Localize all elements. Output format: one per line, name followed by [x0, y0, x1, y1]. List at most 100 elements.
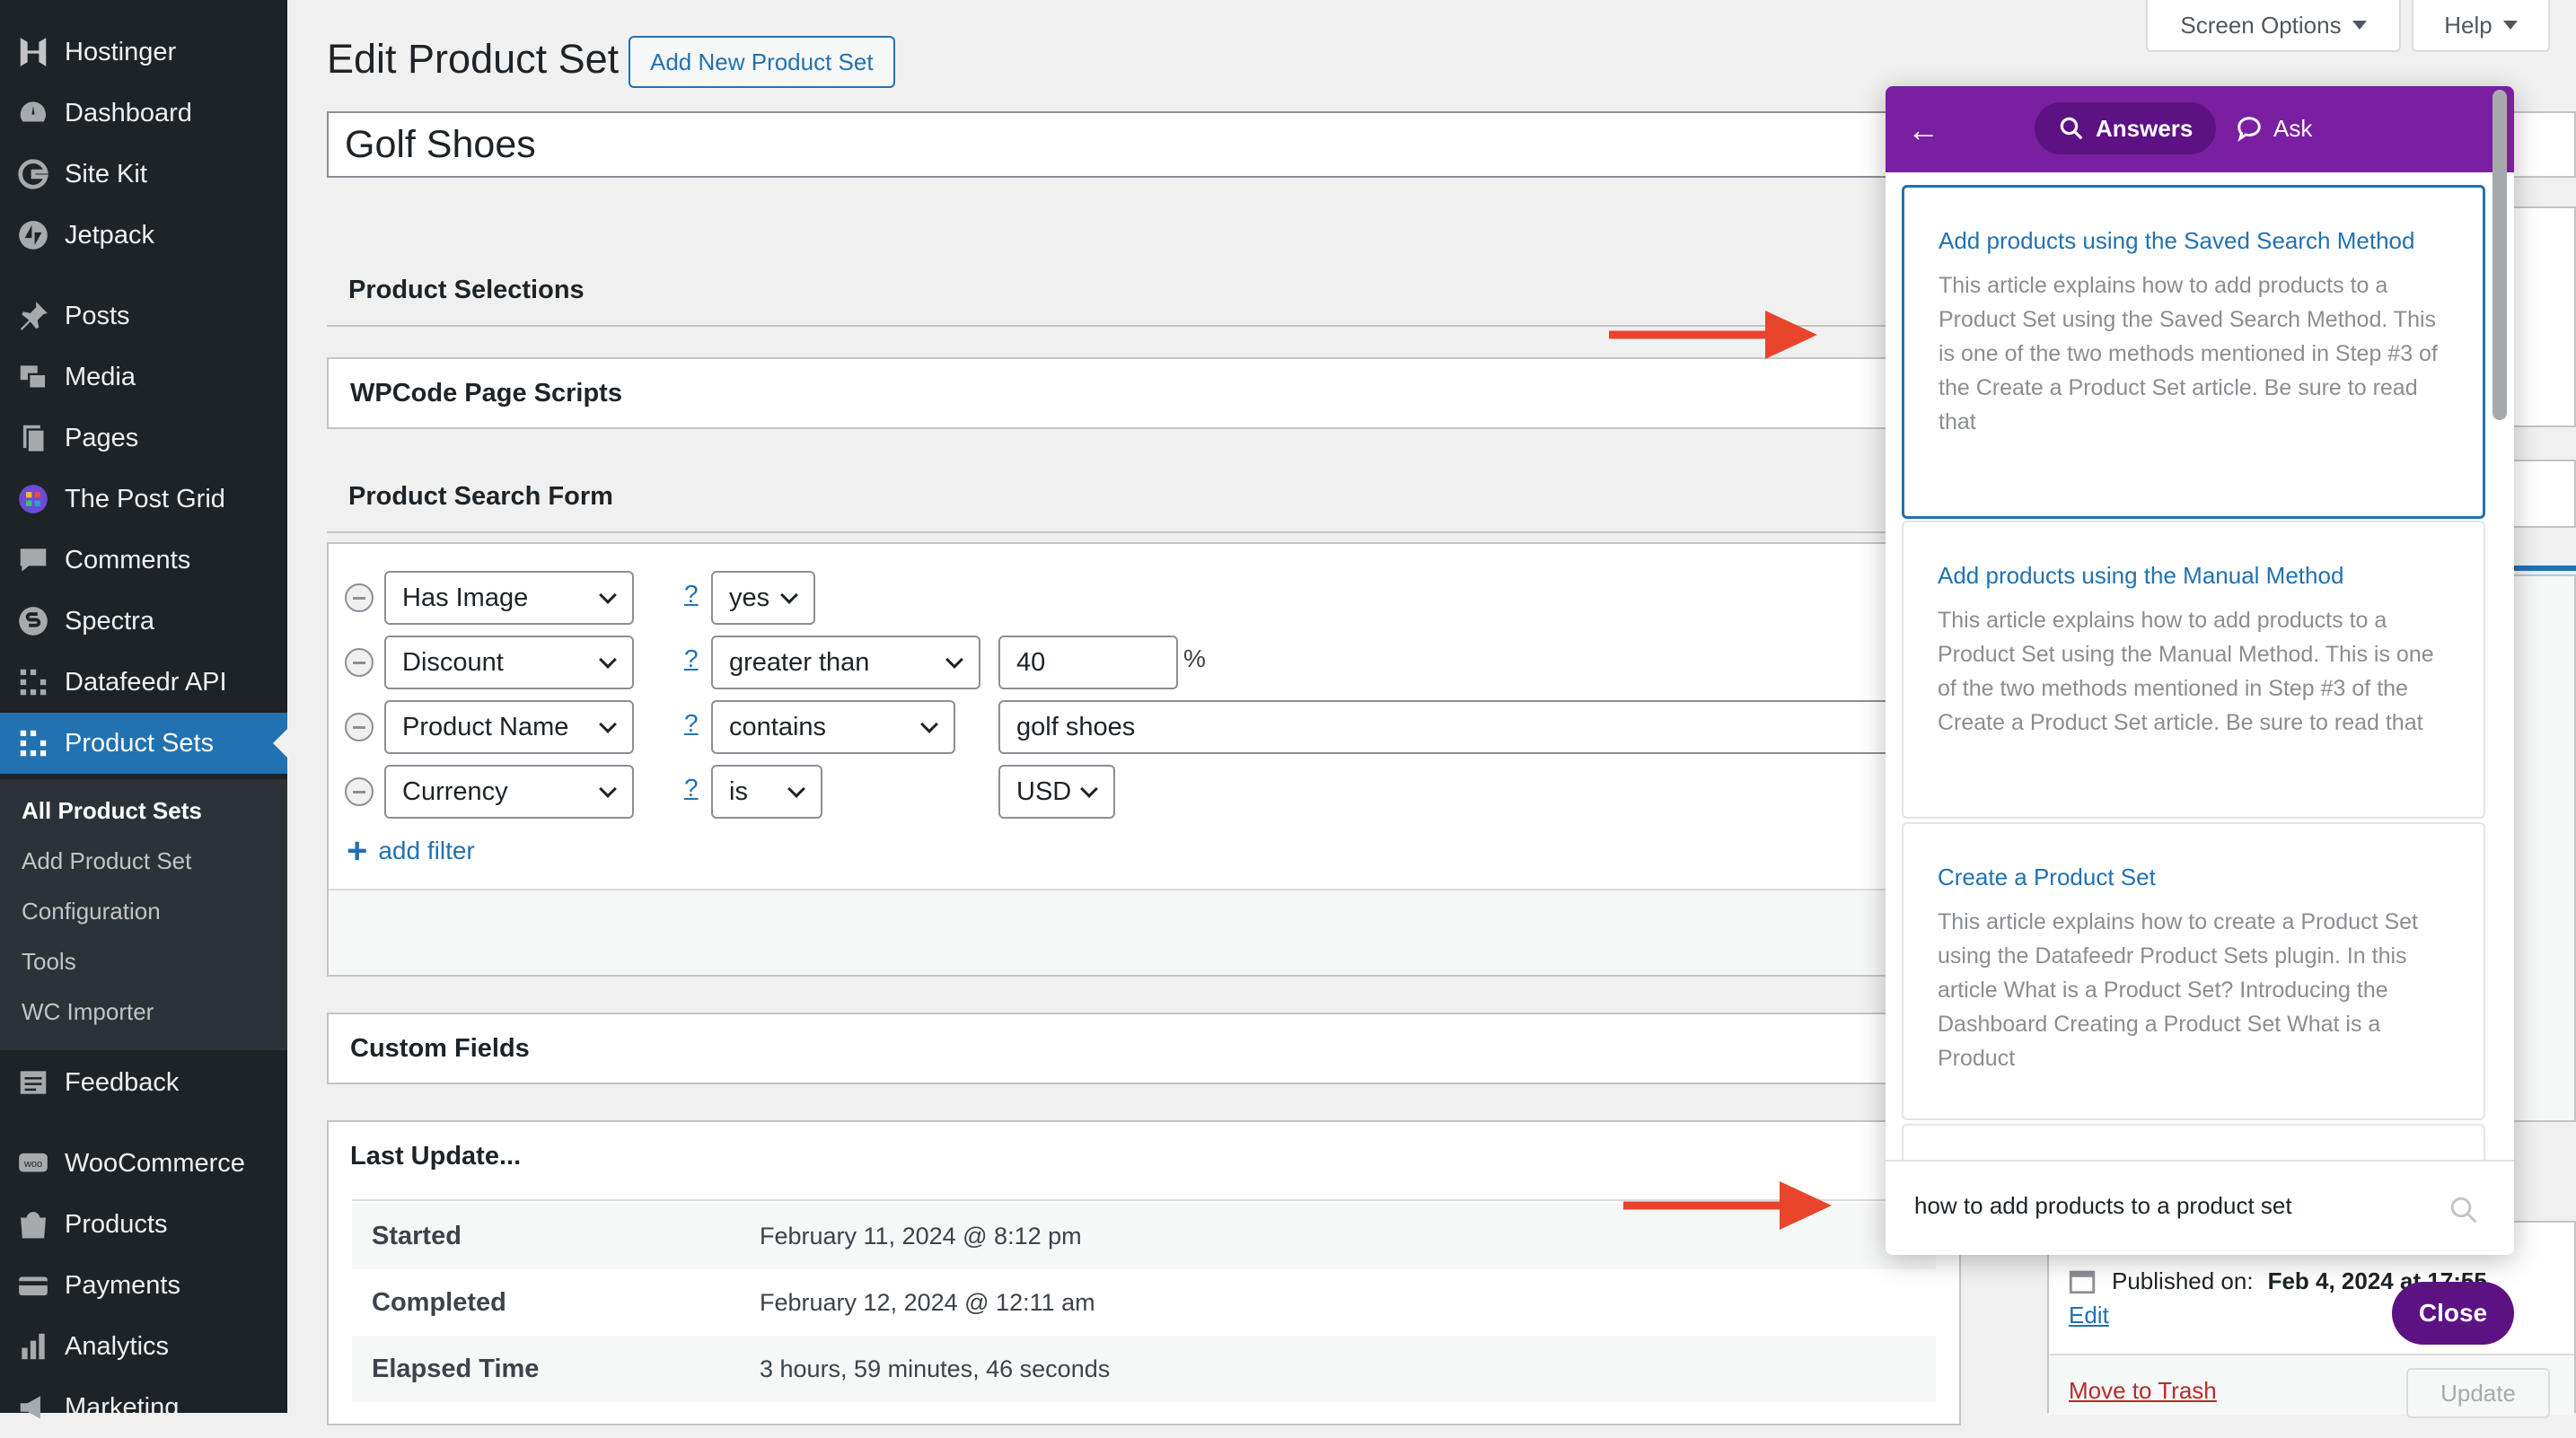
- last-update-row: Completed February 12, 2024 @ 12:11 am: [352, 1269, 1936, 1336]
- annotation-arrow-icon: [1609, 311, 1817, 359]
- chevron-down-icon: [599, 715, 617, 733]
- tab-label: Answers: [2096, 114, 2194, 142]
- filter-value-select[interactable]: USD: [998, 765, 1115, 819]
- help-beacon-panel: ← Answers Ask Add products using the Sav…: [1886, 86, 2514, 1255]
- article-card[interactable]: Create a Product Set This article explai…: [1902, 822, 2485, 1120]
- article-description: This article explains how to add product…: [1938, 608, 2434, 735]
- remove-filter-icon[interactable]: [345, 777, 374, 806]
- bag-icon: [14, 1206, 52, 1243]
- article-card[interactable]: Add products using the Saved Search Meth…: [1902, 185, 2485, 519]
- remove-filter-icon[interactable]: [345, 648, 374, 677]
- remove-filter-icon[interactable]: [345, 583, 374, 612]
- submenu-tools[interactable]: Tools: [22, 948, 76, 976]
- product-set-title-input[interactable]: Golf Shoes: [327, 111, 1961, 178]
- sidebar-item-product-sets[interactable]: Product Sets: [0, 713, 287, 774]
- filter-field-select[interactable]: Discount: [384, 636, 634, 689]
- row-value: February 12, 2024 @ 12:11 am: [760, 1288, 1095, 1316]
- sidebar-item-post-grid[interactable]: The Post Grid: [0, 469, 287, 530]
- filter-field-select[interactable]: Currency: [384, 765, 634, 819]
- analytics-icon: [14, 1328, 52, 1365]
- search-form-footer: [329, 889, 1959, 975]
- row-value: 3 hours, 59 minutes, 46 seconds: [760, 1355, 1111, 1382]
- sidebar-item-site-kit[interactable]: Site Kit: [0, 144, 287, 205]
- product-sets-submenu: All Product Sets Add Product Set Configu…: [0, 779, 287, 1050]
- wpcode-page-scripts-header[interactable]: WPCode Page Scripts: [327, 357, 1961, 429]
- sidebar-item-payments[interactable]: Payments: [0, 1255, 287, 1316]
- sidebar-box-edge: [2505, 574, 2576, 1122]
- close-beacon-button[interactable]: Close: [2392, 1282, 2514, 1345]
- search-query: how to add products to a product set: [1914, 1192, 2292, 1219]
- chevron-down-icon: [599, 780, 617, 798]
- submenu-all-product-sets[interactable]: All Product Sets: [22, 797, 202, 825]
- beacon-scrollbar[interactable]: [2492, 90, 2507, 420]
- caret-down-icon: [2502, 21, 2518, 30]
- chevron-down-icon: [920, 715, 938, 733]
- sidebar-item-label: Media: [65, 362, 136, 391]
- search-icon[interactable]: [2448, 1194, 2480, 1226]
- tab-ask[interactable]: Ask: [2236, 102, 2312, 154]
- published-label: Published on:: [2112, 1267, 2254, 1294]
- sidebar-item-products[interactable]: Products: [0, 1194, 287, 1255]
- submenu-configuration[interactable]: Configuration: [22, 898, 161, 925]
- move-to-trash-link[interactable]: Move to Trash: [2069, 1377, 2217, 1405]
- caret-down-icon: [2352, 21, 2367, 30]
- filter-help-link[interactable]: ?: [684, 644, 699, 673]
- tab-answers[interactable]: Answers: [2035, 102, 2217, 154]
- chevron-down-icon: [787, 780, 805, 798]
- beacon-search-input[interactable]: how to add products to a product set: [1886, 1160, 2514, 1255]
- filter-operator-select[interactable]: yes: [711, 571, 815, 625]
- filter-row: Discount ? greater than 40 %: [329, 636, 1963, 689]
- sidebar-item-marketing[interactable]: Marketing: [0, 1377, 287, 1438]
- sidebar-item-woocommerce[interactable]: woo WooCommerce: [0, 1133, 287, 1194]
- remove-filter-icon[interactable]: [345, 713, 374, 741]
- sidebar-item-posts[interactable]: Posts: [0, 285, 287, 346]
- percent-suffix: %: [1183, 644, 1206, 672]
- pin-icon: [14, 297, 52, 335]
- box-title: Custom Fields: [350, 1033, 530, 1063]
- sidebar-item-label: Hostinger: [65, 37, 177, 66]
- update-button[interactable]: Update: [2406, 1368, 2550, 1418]
- sidebar-item-dashboard[interactable]: Dashboard: [0, 83, 287, 144]
- annotation-arrow-icon: [1623, 1181, 1832, 1230]
- filter-help-link[interactable]: ?: [684, 774, 699, 802]
- sidebar-item-comments[interactable]: Comments: [0, 530, 287, 591]
- sidebar-item-analytics[interactable]: Analytics: [0, 1316, 287, 1377]
- filter-value-input[interactable]: golf shoes: [998, 700, 1986, 754]
- filter-operator-select[interactable]: contains: [711, 700, 955, 754]
- sidebar-item-feedback[interactable]: Feedback: [0, 1052, 287, 1113]
- screen-options-button[interactable]: Screen Options: [2146, 0, 2401, 52]
- sidebar-item-jetpack[interactable]: Jetpack: [0, 205, 287, 266]
- add-new-product-set-button[interactable]: Add New Product Set: [629, 36, 895, 88]
- filter-operator-select[interactable]: greater than: [711, 636, 980, 689]
- custom-fields-header[interactable]: Custom Fields: [327, 1013, 1961, 1084]
- add-filter-link[interactable]: + add filter: [347, 833, 475, 869]
- filter-help-link[interactable]: ?: [684, 709, 699, 738]
- chevron-down-icon: [599, 651, 617, 669]
- chevron-down-icon: [945, 651, 963, 669]
- sidebar-item-hostinger[interactable]: Hostinger: [0, 22, 287, 83]
- submenu-add-product-set[interactable]: Add Product Set: [22, 847, 191, 875]
- filter-field-select[interactable]: Has Image: [384, 571, 634, 625]
- sidebar-item-label: Datafeedr API: [65, 667, 227, 697]
- sidebar-item-spectra[interactable]: Spectra: [0, 591, 287, 652]
- select-value: Product Name: [402, 712, 569, 741]
- article-title: Add products using the Manual Method: [1938, 562, 2344, 589]
- sidebar-box-edge: [2505, 206, 2576, 427]
- submenu-wc-importer[interactable]: WC Importer: [22, 998, 154, 1026]
- product-search-form: Has Image ? yes Discount ? greater than …: [327, 542, 1986, 977]
- admin-sidebar: Hostinger Dashboard Site Kit Jetpack Pos…: [0, 0, 287, 1422]
- filter-field-select[interactable]: Product Name: [384, 700, 634, 754]
- sidebar-item-pages[interactable]: Pages: [0, 408, 287, 469]
- product-search-form-header[interactable]: Product Search Form: [327, 461, 1961, 533]
- back-arrow-icon[interactable]: ←: [1907, 111, 1939, 149]
- sidebar-item-media[interactable]: Media: [0, 346, 287, 408]
- sidebar-item-datafeedr-api[interactable]: Datafeedr API: [0, 652, 287, 713]
- edit-date-link[interactable]: Edit: [2069, 1302, 2109, 1329]
- filter-value-input[interactable]: 40: [998, 636, 1178, 689]
- filter-operator-select[interactable]: is: [711, 765, 822, 819]
- filter-row: Product Name ? contains golf shoes: [329, 700, 1986, 754]
- article-card[interactable]: Add products using the Manual Method Thi…: [1902, 521, 2485, 819]
- active-tab-indicator: [2505, 566, 2576, 571]
- filter-help-link[interactable]: ?: [684, 580, 699, 609]
- help-button[interactable]: Help: [2412, 0, 2550, 52]
